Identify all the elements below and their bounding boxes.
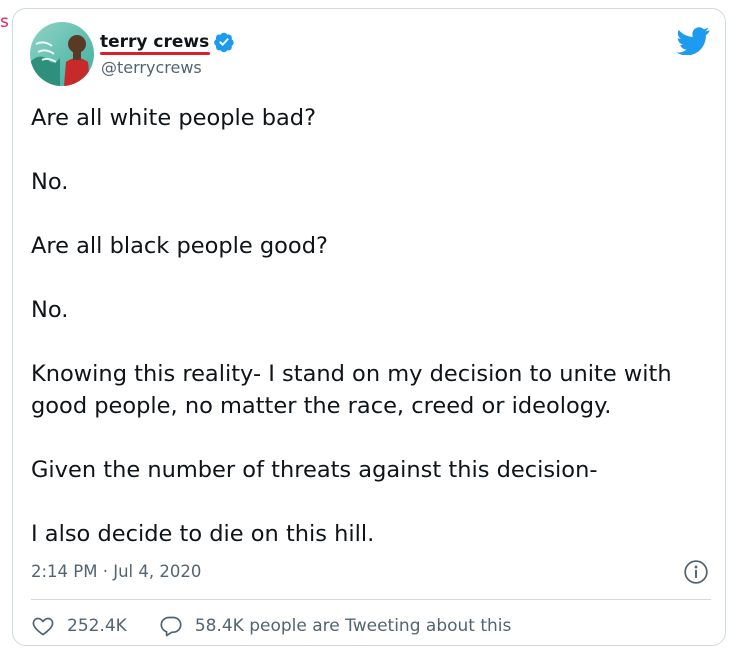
like-button[interactable]: 252.4K: [31, 614, 127, 638]
tweet-text: Are all white people bad? No. Are all bl…: [31, 102, 711, 550]
tweet-paragraph: Are all black people good?: [31, 233, 328, 259]
tweet-paragraph: Knowing this reality- I stand on my deci…: [31, 361, 672, 419]
twitter-bird-icon[interactable]: [676, 27, 710, 56]
tweet-action-bar: 252.4K 58.4K people are Tweeting about t…: [31, 613, 511, 639]
user-handle[interactable]: @terrycrews: [101, 58, 202, 78]
user-name-row[interactable]: terry crews: [100, 31, 235, 53]
tweet-paragraph: No.: [31, 169, 69, 195]
like-count: 252.4K: [67, 616, 127, 636]
avatar-image: [30, 22, 94, 86]
verified-badge-icon: [213, 31, 235, 53]
conversation-count-text: 58.4K people are Tweeting about this: [194, 616, 512, 636]
tweet-paragraph: No.: [31, 297, 69, 323]
tweet-card: terry crews @terrycrews Are all white pe…: [12, 8, 726, 646]
heart-icon: [31, 614, 55, 638]
tweet-paragraph: I also decide to die on this hill.: [31, 521, 375, 547]
avatar[interactable]: [30, 22, 94, 86]
display-name[interactable]: terry crews: [100, 31, 209, 53]
tweet-paragraph: Given the number of threats against this…: [31, 457, 598, 483]
tweet-timestamp[interactable]: 2:14 PM · Jul 4, 2020: [31, 562, 201, 582]
info-icon[interactable]: [683, 559, 709, 585]
speech-bubble-icon: [159, 614, 183, 638]
edge-text-fragment: s: [0, 12, 9, 32]
tweet-paragraph: Are all white people bad?: [31, 105, 317, 131]
red-underline-annotation: [100, 52, 210, 55]
conversation-button[interactable]: 58.4K people are Tweeting about this: [159, 614, 512, 638]
divider: [31, 599, 711, 600]
